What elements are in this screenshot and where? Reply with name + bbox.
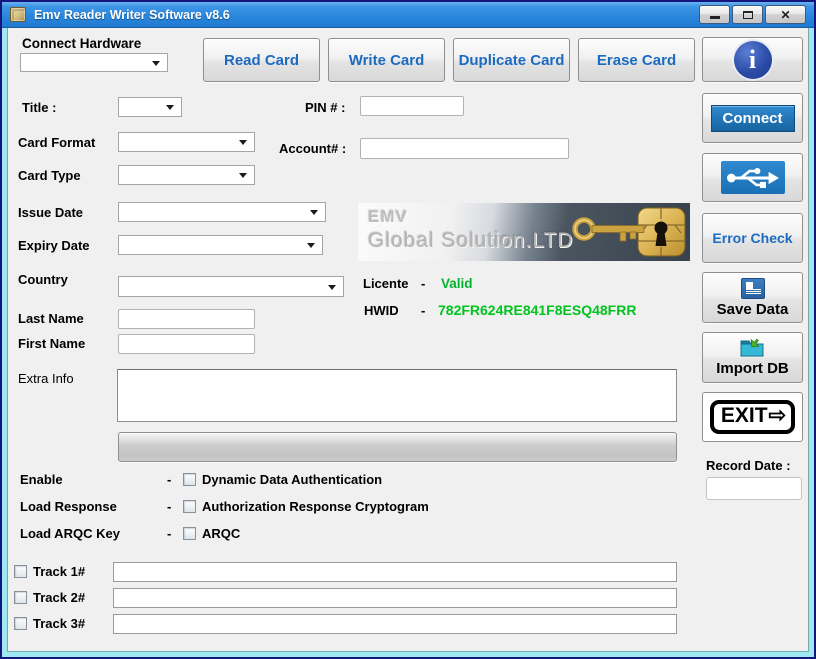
close-button[interactable]: ✕ <box>765 5 806 24</box>
info-button[interactable]: i <box>702 37 803 82</box>
load-arqc-key-label: Load ARQC Key <box>20 526 120 541</box>
issue-date-select[interactable] <box>118 202 326 222</box>
chevron-down-icon <box>239 140 247 145</box>
chevron-down-icon <box>152 61 160 66</box>
record-date-label: Record Date : <box>706 458 791 473</box>
titlebar: Emv Reader Writer Software v8.6 ✕ <box>0 0 816 28</box>
minimize-icon <box>710 16 720 19</box>
country-select[interactable] <box>118 276 344 297</box>
progress-bar <box>118 432 677 462</box>
arc-checkbox-label: Authorization Response Cryptogram <box>202 499 429 514</box>
first-name-label: First Name <box>18 336 85 351</box>
connect-hardware-select[interactable] <box>20 53 168 72</box>
save-data-button[interactable]: Save Data <box>702 272 803 323</box>
dash-separator: - <box>167 526 171 541</box>
last-name-input[interactable] <box>118 309 255 329</box>
arqc-checkbox-label: ARQC <box>202 526 240 541</box>
last-name-label: Last Name <box>18 311 84 326</box>
title-select[interactable] <box>118 97 182 117</box>
card-type-label: Card Type <box>18 168 81 183</box>
first-name-input[interactable] <box>118 334 255 354</box>
card-format-label: Card Format <box>18 135 95 150</box>
load-response-label: Load Response <box>20 499 117 514</box>
account-label: Account# : <box>279 141 346 156</box>
exit-button-face: EXIT ⇨ <box>710 400 795 433</box>
erase-card-button[interactable]: Erase Card <box>578 38 695 82</box>
chevron-down-icon <box>328 285 336 290</box>
emv-banner: EMV Global Solution.LTD <box>358 203 690 261</box>
track1-label: Track 1# <box>33 564 85 579</box>
key-and-chip-icon <box>570 206 688 258</box>
dda-checkbox[interactable] <box>183 473 196 486</box>
dda-checkbox-label: Dynamic Data Authentication <box>202 472 382 487</box>
title-label: Title : <box>22 100 56 115</box>
write-card-button[interactable]: Write Card <box>328 38 445 82</box>
license-label: Licente <box>363 276 409 291</box>
enable-label: Enable <box>20 472 63 487</box>
card-type-select[interactable] <box>118 165 255 185</box>
expiry-date-select[interactable] <box>118 235 323 255</box>
app-window: Emv Reader Writer Software v8.6 ✕ Connec… <box>0 0 816 659</box>
banner-line1: EMV <box>368 207 408 227</box>
connect-button[interactable]: Connect <box>702 93 803 143</box>
connect-hardware-label: Connect Hardware <box>22 36 141 51</box>
read-card-button[interactable]: Read Card <box>203 38 320 82</box>
arqc-checkbox[interactable] <box>183 527 196 540</box>
track3-input[interactable] <box>113 614 677 634</box>
maximize-icon <box>743 11 753 19</box>
minimize-button[interactable] <box>699 5 730 24</box>
chevron-down-icon <box>166 105 174 110</box>
arc-checkbox[interactable] <box>183 500 196 513</box>
expiry-date-label: Expiry Date <box>18 238 90 253</box>
maximize-button[interactable] <box>732 5 763 24</box>
track1-input[interactable] <box>113 562 677 582</box>
track3-checkbox[interactable] <box>14 617 27 630</box>
usb-button[interactable] <box>702 153 803 202</box>
usb-icon <box>721 161 785 194</box>
connect-button-face: Connect <box>711 105 795 132</box>
pin-input[interactable] <box>360 96 464 116</box>
record-date-input[interactable] <box>706 477 802 500</box>
dash-separator: - <box>167 472 171 487</box>
issue-date-label: Issue Date <box>18 205 83 220</box>
account-input[interactable] <box>360 138 569 159</box>
card-format-select[interactable] <box>118 132 255 152</box>
extra-info-label: Extra Info <box>18 371 74 386</box>
exit-label: EXIT <box>721 404 768 428</box>
chevron-down-icon <box>310 210 318 215</box>
window-controls: ✕ <box>699 5 806 24</box>
exit-arrow-icon: ⇨ <box>769 404 787 428</box>
chevron-down-icon <box>239 173 247 178</box>
chevron-down-icon <box>307 243 315 248</box>
license-status: Valid <box>441 276 473 291</box>
dash-separator: - <box>167 499 171 514</box>
extra-info-textarea[interactable] <box>117 369 677 422</box>
error-check-button[interactable]: Error Check <box>702 213 803 263</box>
hwid-label: HWID <box>364 303 399 318</box>
banner-line2: Global Solution.LTD <box>368 229 573 253</box>
track2-input[interactable] <box>113 588 677 608</box>
save-data-icon <box>741 278 765 299</box>
app-icon <box>10 7 26 22</box>
info-icon: i <box>734 41 772 79</box>
duplicate-card-button[interactable]: Duplicate Card <box>453 38 570 82</box>
license-dash: - <box>421 276 425 291</box>
hwid-value: 782FR624RE841F8ESQ48FRR <box>438 302 636 318</box>
track2-checkbox[interactable] <box>14 591 27 604</box>
import-db-label: Import DB <box>716 360 789 377</box>
country-label: Country <box>18 272 68 287</box>
track3-label: Track 3# <box>33 616 85 631</box>
track2-label: Track 2# <box>33 590 85 605</box>
hwid-dash: - <box>421 303 425 318</box>
save-data-label: Save Data <box>717 301 789 318</box>
import-db-icon <box>740 338 766 358</box>
window-title: Emv Reader Writer Software v8.6 <box>34 8 230 22</box>
track1-checkbox[interactable] <box>14 565 27 578</box>
close-icon: ✕ <box>780 9 790 21</box>
import-db-button[interactable]: Import DB <box>702 332 803 383</box>
exit-button[interactable]: EXIT ⇨ <box>702 392 803 442</box>
pin-label: PIN # : <box>305 100 345 115</box>
